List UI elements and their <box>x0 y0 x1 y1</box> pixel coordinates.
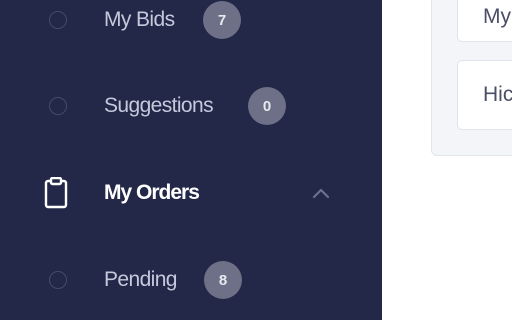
radio-circle-icon <box>49 271 67 289</box>
count-badge: 7 <box>203 1 241 39</box>
sidebar-item-label: My Orders <box>104 181 200 204</box>
sidebar-item-label: My Bids <box>104 8 175 31</box>
sidebar-item-label: Suggestions <box>104 94 214 117</box>
sidebar: My Bids 7 Suggestions 0 My Orders Pendin… <box>0 0 382 320</box>
radio-circle-icon <box>49 97 67 115</box>
sidebar-item-my-orders[interactable]: My Orders <box>0 168 382 218</box>
clipboard-icon <box>44 177 68 209</box>
sidebar-item-label: Pending <box>104 268 177 291</box>
panel-field[interactable]: Hic <box>457 60 512 130</box>
sidebar-item-suggestions[interactable]: Suggestions 0 <box>0 81 382 131</box>
count-badge: 0 <box>248 87 286 125</box>
count-badge: 8 <box>204 261 242 299</box>
panel-field[interactable]: My <box>457 0 512 42</box>
radio-circle-icon <box>49 11 67 29</box>
chevron-up-icon[interactable] <box>311 187 331 199</box>
sidebar-item-my-bids[interactable]: My Bids 7 <box>0 0 382 45</box>
sidebar-item-pending[interactable]: Pending 8 <box>0 255 382 305</box>
